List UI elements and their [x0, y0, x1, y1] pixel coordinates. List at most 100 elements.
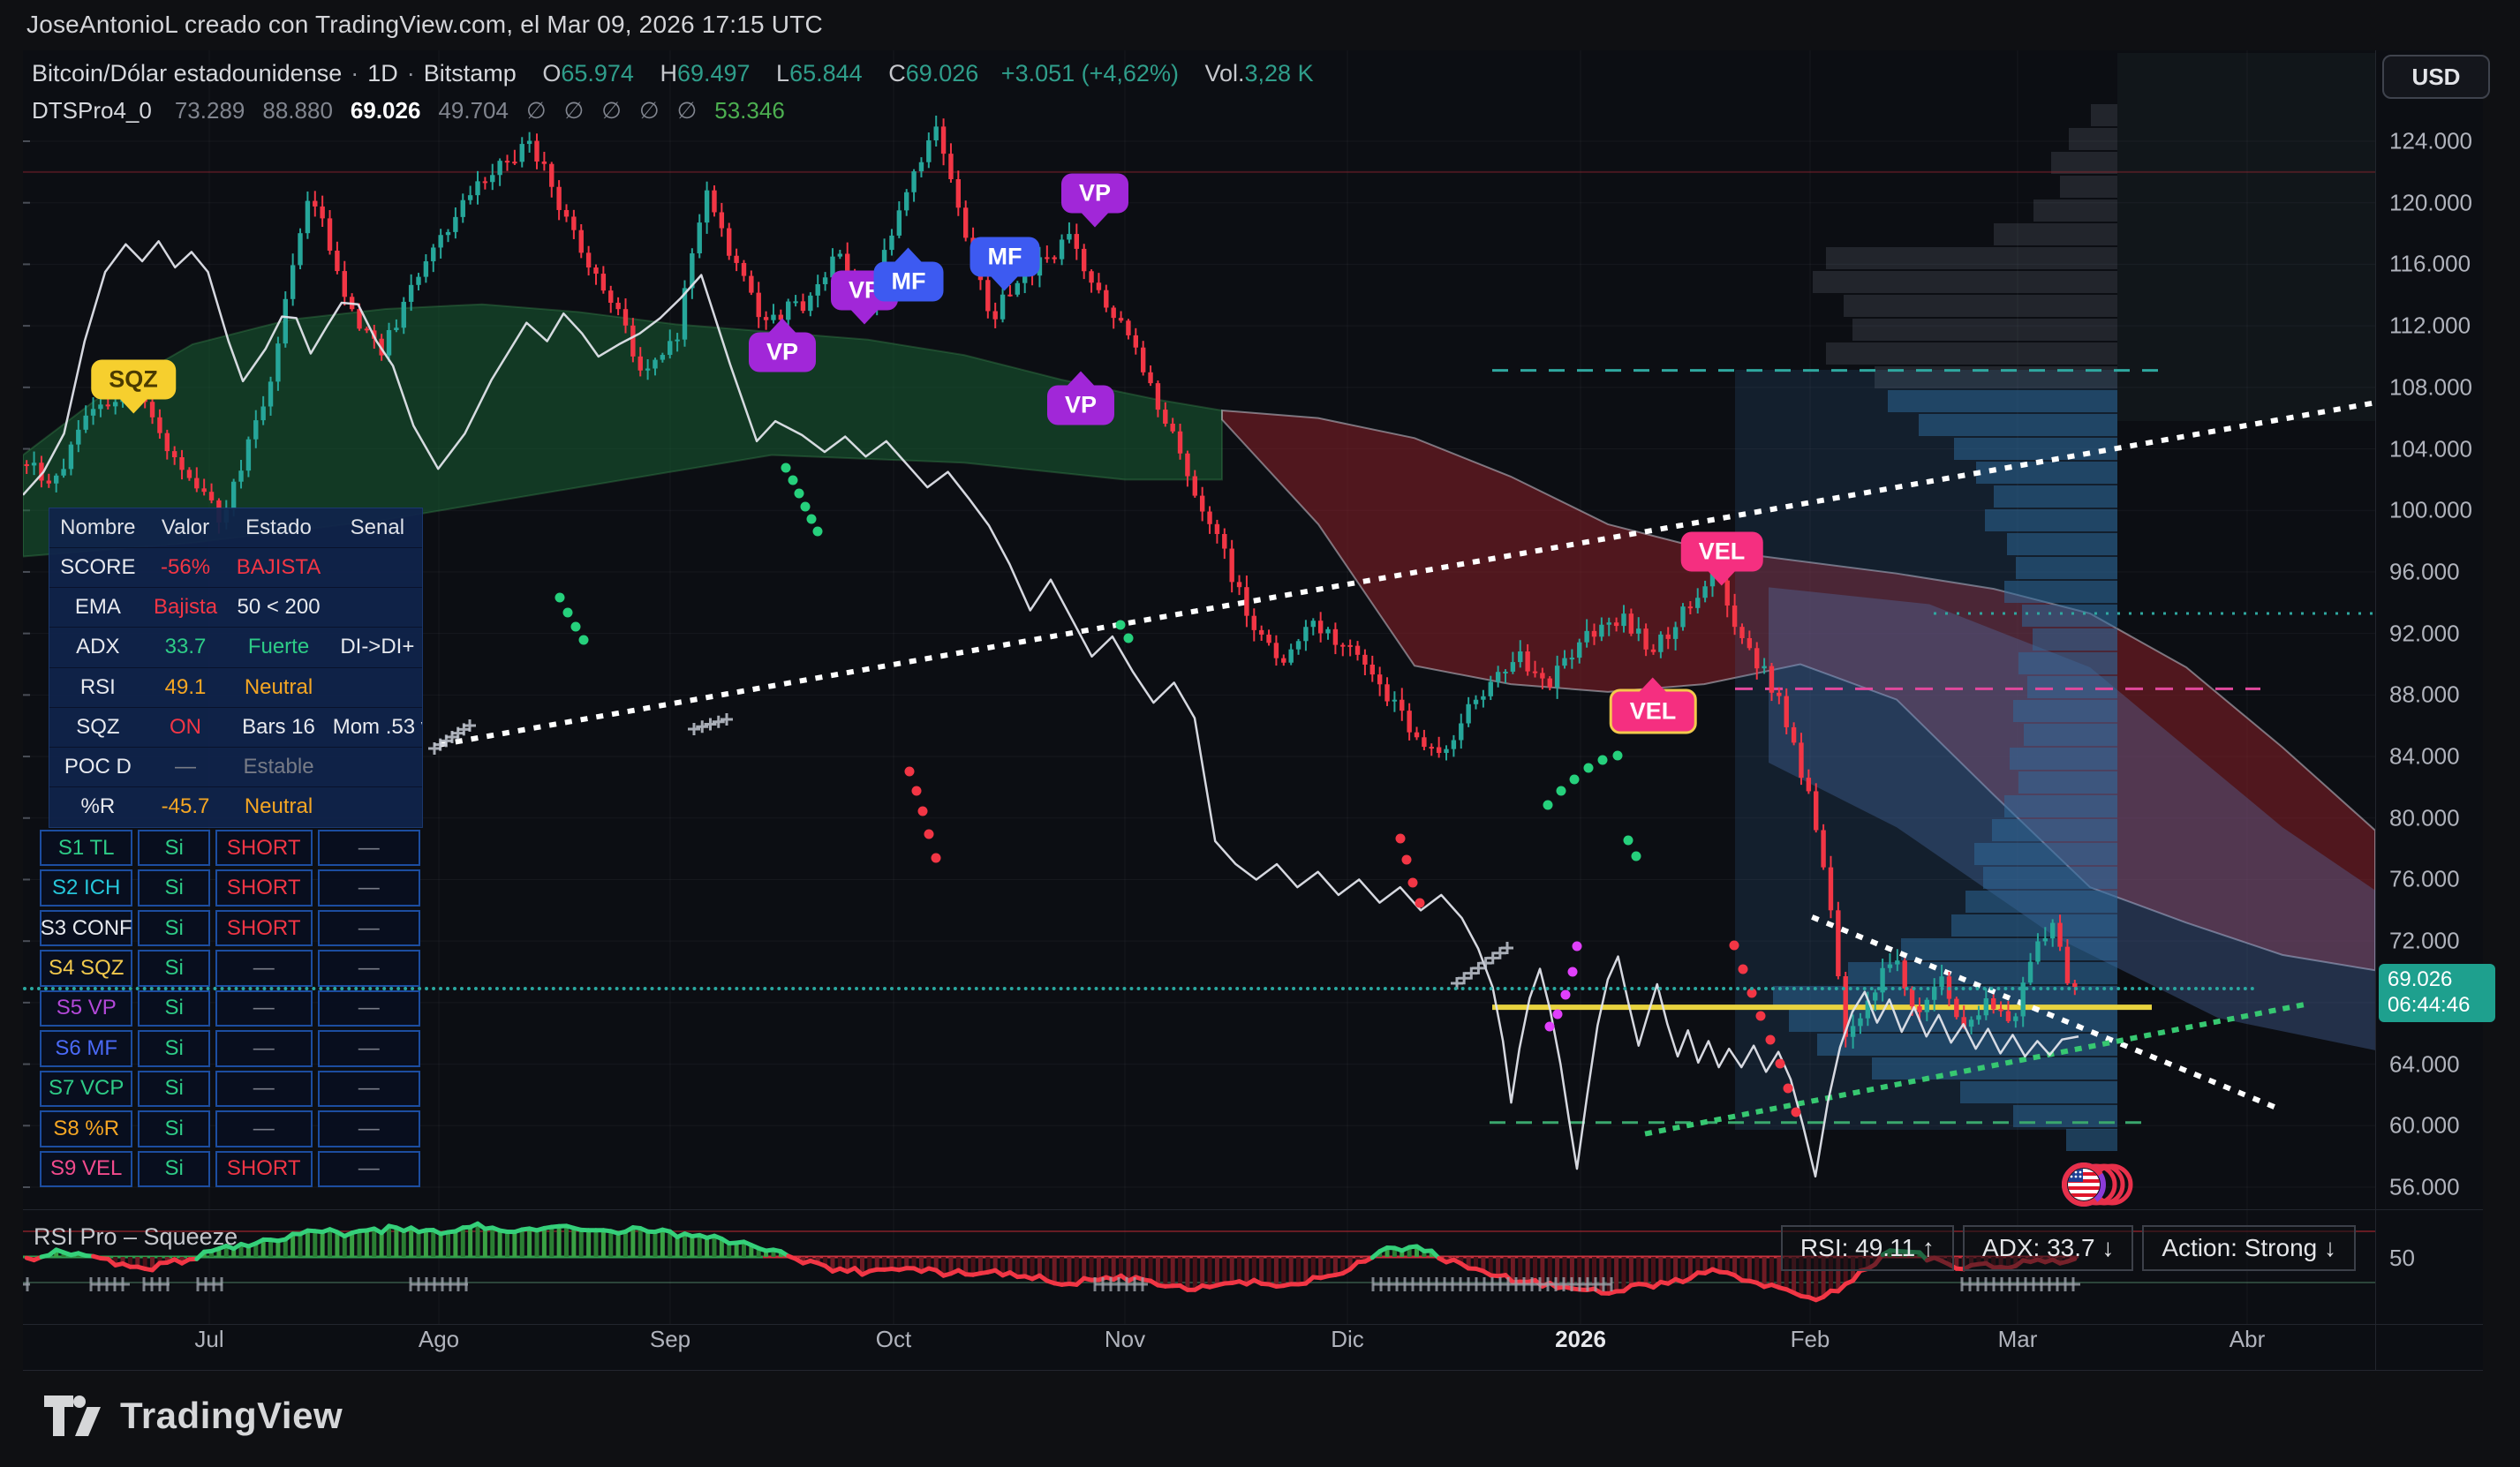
- candle-body: [1903, 960, 1907, 989]
- rsi-histogram-bar: [593, 1230, 598, 1257]
- indicator-value: ∅: [564, 97, 585, 124]
- signal-cell: S9 VEL: [40, 1151, 132, 1187]
- signal-cell: S5 VP: [40, 990, 132, 1027]
- green-signal-dot: [801, 502, 811, 512]
- tradingview-logo[interactable]: TradingView: [44, 1395, 343, 1437]
- rsi-histogram-bar: [335, 1232, 339, 1257]
- price-axis-label: 80.000: [2389, 804, 2460, 831]
- candle-body: [1252, 616, 1256, 630]
- rsi-histogram-bar: [1237, 1257, 1241, 1282]
- indicator-legend[interactable]: DTSPro4_073.28988.88069.02649.704∅∅∅∅∅53…: [32, 97, 803, 124]
- candle-body: [919, 162, 924, 171]
- candle-body: [1925, 1000, 1929, 1012]
- candle-body: [801, 301, 805, 311]
- signal-cell: Si: [138, 950, 209, 986]
- signal-cell: —: [318, 950, 420, 986]
- symbol-legend[interactable]: Bitcoin/Dólar estadounidense·1D·Bitstamp…: [32, 60, 1314, 87]
- candle-body: [1370, 665, 1375, 674]
- candle-body: [1673, 627, 1678, 638]
- red-signal-dot: [1415, 899, 1425, 908]
- table-cell: DI->DI+: [333, 635, 422, 659]
- rsi-histogram-bar: [461, 1228, 465, 1257]
- currency-toggle-button[interactable]: USD: [2382, 55, 2490, 99]
- badge-pointer: [1709, 572, 1735, 586]
- candle-body: [2035, 941, 2040, 961]
- signal-row: S2 ICHSiSHORT—: [37, 868, 423, 907]
- candle-body: [1998, 1009, 2003, 1011]
- time-axis-label: Ago: [419, 1326, 459, 1353]
- candle-body: [313, 201, 317, 207]
- plus-marker: [688, 723, 700, 735]
- candle-body: [1207, 512, 1211, 524]
- candle-body: [1518, 651, 1522, 662]
- rsi-histogram-bar: [712, 1236, 716, 1257]
- green-signal-dot: [781, 463, 791, 473]
- candle-body: [1910, 989, 1914, 1006]
- signal-cell: —: [318, 1110, 420, 1147]
- rsi-pane-title: RSI Pro – Squeeze: [34, 1223, 238, 1251]
- volume-profile-bar: [1888, 390, 2117, 412]
- candle-body: [461, 200, 465, 217]
- rsi-histogram-bar: [372, 1229, 376, 1257]
- red-signal-dot: [1784, 1084, 1793, 1094]
- rsi-histogram-bar: [1119, 1257, 1123, 1275]
- signal-cell: Si: [138, 1071, 209, 1107]
- candle-body: [209, 492, 214, 500]
- candle-body: [1636, 628, 1641, 634]
- rsi-histogram-bar: [1053, 1257, 1057, 1283]
- candle-body: [1430, 747, 1434, 749]
- rsi-histogram-bar: [453, 1231, 457, 1257]
- candle-body: [1466, 704, 1470, 724]
- candle-body: [527, 141, 532, 145]
- rsi-histogram-bar: [446, 1232, 450, 1257]
- current-price-dotted-line: [23, 987, 2257, 990]
- rsi-histogram-bar: [690, 1237, 694, 1257]
- green-signal-dot: [788, 476, 798, 485]
- sqz-marker-badge: SQZ: [91, 360, 176, 400]
- rsi-histogram-bar: [1244, 1257, 1249, 1284]
- candle-body: [253, 420, 258, 440]
- rsi-histogram-bar: [1504, 1257, 1508, 1275]
- table-cell: 33.7: [147, 635, 225, 659]
- signal-cell: —: [215, 1110, 313, 1147]
- rsi-histogram-bar: [1289, 1257, 1294, 1284]
- candle-body: [1126, 320, 1130, 335]
- rsi-histogram-bar: [321, 1232, 325, 1257]
- open-label: O: [542, 60, 561, 87]
- candle-body: [2028, 962, 2033, 983]
- candle-body: [490, 175, 494, 182]
- candle-body: [1156, 383, 1160, 410]
- bar-countdown: 06:44:46: [2388, 993, 2495, 1019]
- magenta-signal-dot: [1545, 1022, 1555, 1032]
- green-signal-dot: [571, 622, 581, 632]
- candle-body: [1680, 606, 1685, 627]
- chart-bottom-edge: [23, 1370, 2483, 1371]
- volume-profile-bar: [1826, 247, 2117, 269]
- status-badge: RSI: 49.11 ↑: [1781, 1225, 1954, 1271]
- rsi-histogram-bar: [365, 1230, 369, 1257]
- candle-body: [1954, 999, 1958, 1018]
- indicator-value: ∅: [601, 97, 622, 124]
- candle-body: [1097, 282, 1101, 290]
- candle-body: [260, 406, 265, 420]
- vp-marker-badge: VP: [1047, 386, 1114, 425]
- timeframe-label: 1D: [367, 60, 398, 87]
- green-signal-dot: [1557, 786, 1566, 796]
- signal-cell: —: [318, 910, 420, 946]
- volume-profile-bar: [2022, 605, 2117, 627]
- candle-body: [1688, 606, 1693, 608]
- green-signal-dot: [1543, 801, 1553, 810]
- price-axis-label: 96.000: [2389, 558, 2460, 585]
- candle-body: [106, 404, 110, 406]
- magenta-signal-dot: [1573, 942, 1582, 952]
- candle-body: [69, 445, 73, 470]
- rsi-histogram-bar: [275, 1241, 280, 1257]
- rsi-histogram-bar: [623, 1231, 628, 1257]
- rsi-histogram-bar: [1533, 1257, 1537, 1280]
- candle-body: [1754, 648, 1759, 668]
- volume-profile-bar: [1976, 462, 2117, 484]
- candle-body: [320, 207, 324, 218]
- rsi-histogram-bar: [1614, 1257, 1618, 1291]
- table-cell: Mom .53 v: [333, 715, 422, 740]
- rsi-histogram-bar: [313, 1231, 317, 1257]
